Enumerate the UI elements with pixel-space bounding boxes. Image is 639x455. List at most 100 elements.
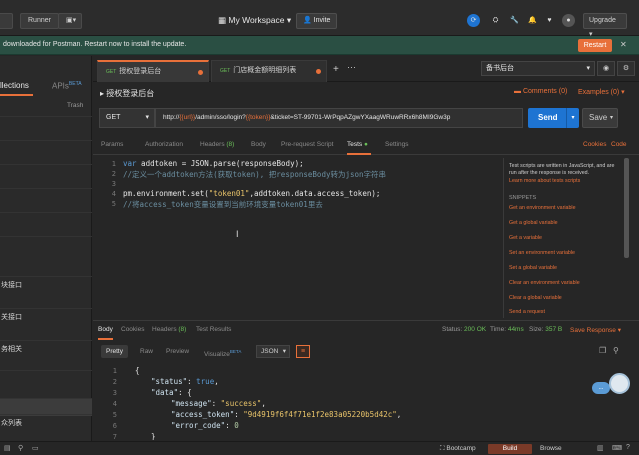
- tab-response-cookies[interactable]: Cookies: [121, 326, 144, 333]
- sidebar-item[interactable]: [0, 188, 92, 206]
- sidebar-item[interactable]: [0, 116, 92, 134]
- wrench-icon[interactable]: 🔧: [508, 14, 521, 27]
- import-button[interactable]: ▣▾: [58, 13, 82, 29]
- tab-params[interactable]: Params: [101, 141, 123, 148]
- examples-link[interactable]: Examples (0) ▾: [578, 88, 625, 96]
- snippet-item[interactable]: Set an environment variable: [509, 250, 575, 256]
- sync-icon[interactable]: ⟳: [467, 14, 480, 27]
- json-line: }: [151, 432, 156, 440]
- runner-button[interactable]: Runner: [20, 13, 59, 29]
- tests-editor[interactable]: 1 2 3 4 5 var addtoken = JSON.parse(resp…: [98, 158, 502, 314]
- search-icon[interactable]: ⚲: [18, 444, 23, 452]
- tab-body[interactable]: Body: [251, 141, 266, 148]
- bootcamp-link[interactable]: ⛶ Bootcamp: [440, 445, 476, 453]
- snippet-item[interactable]: Get a global variable: [509, 220, 558, 226]
- tab-headers[interactable]: Headers (8): [200, 141, 234, 148]
- browse-button[interactable]: Browse: [540, 445, 562, 452]
- sidebar-item[interactable]: 关接口: [0, 308, 92, 326]
- update-banner: downloaded for Postman. Restart now to i…: [0, 36, 639, 55]
- sidebar-item[interactable]: [0, 236, 92, 254]
- url-input[interactable]: http://{{url}}/admin/sso/login?{{token}}…: [155, 108, 523, 128]
- help-icon[interactable]: ?: [626, 444, 630, 451]
- tab-apis[interactable]: APIsBETA: [52, 81, 82, 91]
- upgrade-button[interactable]: Upgrade ▾: [583, 13, 627, 38]
- avatar[interactable]: ●: [562, 14, 575, 27]
- more-tabs-icon[interactable]: ···: [347, 62, 356, 72]
- snippets-description: Test scripts are written in JavaScript, …: [509, 163, 615, 176]
- request-tab[interactable]: GET 门店概金额明细列表: [211, 60, 327, 82]
- tab-tests[interactable]: Tests ●: [347, 141, 368, 148]
- tab-settings[interactable]: Settings: [385, 141, 409, 148]
- response-format-bar: Pretty Raw Preview VisualizeBETA JSON ▾ ≡…: [99, 343, 619, 361]
- keyboard-icon[interactable]: ⌨: [612, 444, 622, 452]
- learn-more-link[interactable]: Learn more about tests scripts: [509, 178, 580, 184]
- sidebar-item[interactable]: 务相关: [0, 340, 92, 358]
- send-button[interactable]: Send ▾: [528, 108, 579, 128]
- sidebar-item[interactable]: 众列表: [0, 414, 92, 432]
- interceptor-icon[interactable]: ⛭: [489, 14, 502, 27]
- raw-button[interactable]: Raw: [135, 345, 158, 358]
- request-title[interactable]: ▸ 授权登录后台: [100, 88, 154, 99]
- invite-button[interactable]: 👤 Invite: [296, 13, 338, 29]
- method-select[interactable]: GET ▾: [99, 108, 155, 128]
- response-body[interactable]: 1 2 3 4 5 6 7 { "status": true, "data": …: [99, 364, 619, 440]
- save-button[interactable]: Save ▾: [582, 108, 618, 128]
- environment-selector[interactable]: 备书后台 ▾: [481, 61, 595, 76]
- new-button[interactable]: [0, 13, 13, 29]
- close-icon[interactable]: ✕: [620, 40, 627, 49]
- preview-button[interactable]: Preview: [161, 345, 194, 358]
- sidebar-item[interactable]: 块接口: [0, 276, 92, 294]
- snippet-item[interactable]: Clear a global variable: [509, 295, 562, 301]
- sidebar-item[interactable]: [0, 370, 92, 388]
- code-link[interactable]: Code: [611, 141, 627, 148]
- heart-icon[interactable]: ♥: [543, 14, 556, 27]
- chat-bubble[interactable]: ...: [592, 382, 610, 394]
- line-number: 4: [112, 400, 117, 408]
- sidebar-item[interactable]: [0, 140, 92, 158]
- line-number: 1: [111, 160, 116, 168]
- tab-test-results[interactable]: Test Results: [196, 326, 231, 333]
- tab-collections[interactable]: llections: [0, 81, 29, 90]
- tab-authorization[interactable]: Authorization: [145, 141, 183, 148]
- line-number: 6: [112, 422, 117, 430]
- comments-link[interactable]: ▬ Comments (0): [514, 88, 567, 95]
- format-type-select[interactable]: JSON ▾: [256, 345, 290, 358]
- visualize-button[interactable]: VisualizeBETA: [199, 345, 246, 358]
- json-line: "data": {: [151, 388, 192, 397]
- sidebar-toggle-icon[interactable]: ▤: [4, 444, 11, 452]
- tab-prerequest[interactable]: Pre-request Script: [281, 141, 333, 148]
- search-icon[interactable]: ⚲: [613, 346, 619, 355]
- eye-icon[interactable]: ◉: [597, 61, 615, 76]
- line-number: 3: [111, 180, 116, 188]
- assistant-avatar[interactable]: [609, 373, 630, 394]
- window-icon: ▣▾: [66, 17, 77, 24]
- snippet-item[interactable]: Get a variable: [509, 235, 542, 241]
- workspace-selector[interactable]: ▦ My Workspace ▾: [218, 15, 291, 26]
- layout-icon[interactable]: ▥: [597, 444, 604, 452]
- snippet-item[interactable]: Send a request: [509, 309, 545, 315]
- scrollbar[interactable]: [624, 158, 629, 258]
- build-button[interactable]: Build: [488, 444, 532, 454]
- save-response-button[interactable]: Save Response ▾: [570, 326, 621, 334]
- trash-link[interactable]: Trash: [67, 102, 83, 109]
- request-tab[interactable]: GET 授权登录后台: [97, 60, 209, 82]
- snippet-item[interactable]: Set a global variable: [509, 265, 557, 271]
- request-tabs: GET 授权登录后台 GET 门店概金额明细列表 + ··· 备书后台 ▾ ◉ ⚙: [93, 56, 639, 82]
- restart-button[interactable]: Restart: [578, 39, 612, 52]
- tab-response-headers[interactable]: Headers (8): [152, 326, 186, 333]
- code-line: var addtoken = JSON.parse(responseBody);: [123, 159, 304, 168]
- bell-icon[interactable]: 🔔: [526, 14, 539, 27]
- wrap-lines-icon[interactable]: ≡: [296, 345, 310, 358]
- copy-icon[interactable]: ❐: [599, 346, 606, 355]
- tab-response-body[interactable]: Body: [98, 326, 113, 333]
- line-number: 7: [112, 433, 117, 440]
- pretty-button[interactable]: Pretty: [101, 345, 128, 358]
- add-tab-icon[interactable]: +: [333, 64, 339, 75]
- snippet-item[interactable]: Get an environment variable: [509, 205, 576, 211]
- sidebar-item[interactable]: [0, 164, 92, 182]
- snippet-item[interactable]: Clear an environment variable: [509, 280, 580, 286]
- sidebar-item[interactable]: [0, 212, 92, 230]
- gear-icon[interactable]: ⚙: [617, 61, 635, 76]
- cookies-link[interactable]: Cookies: [583, 141, 606, 148]
- console-icon[interactable]: ▭: [32, 444, 39, 452]
